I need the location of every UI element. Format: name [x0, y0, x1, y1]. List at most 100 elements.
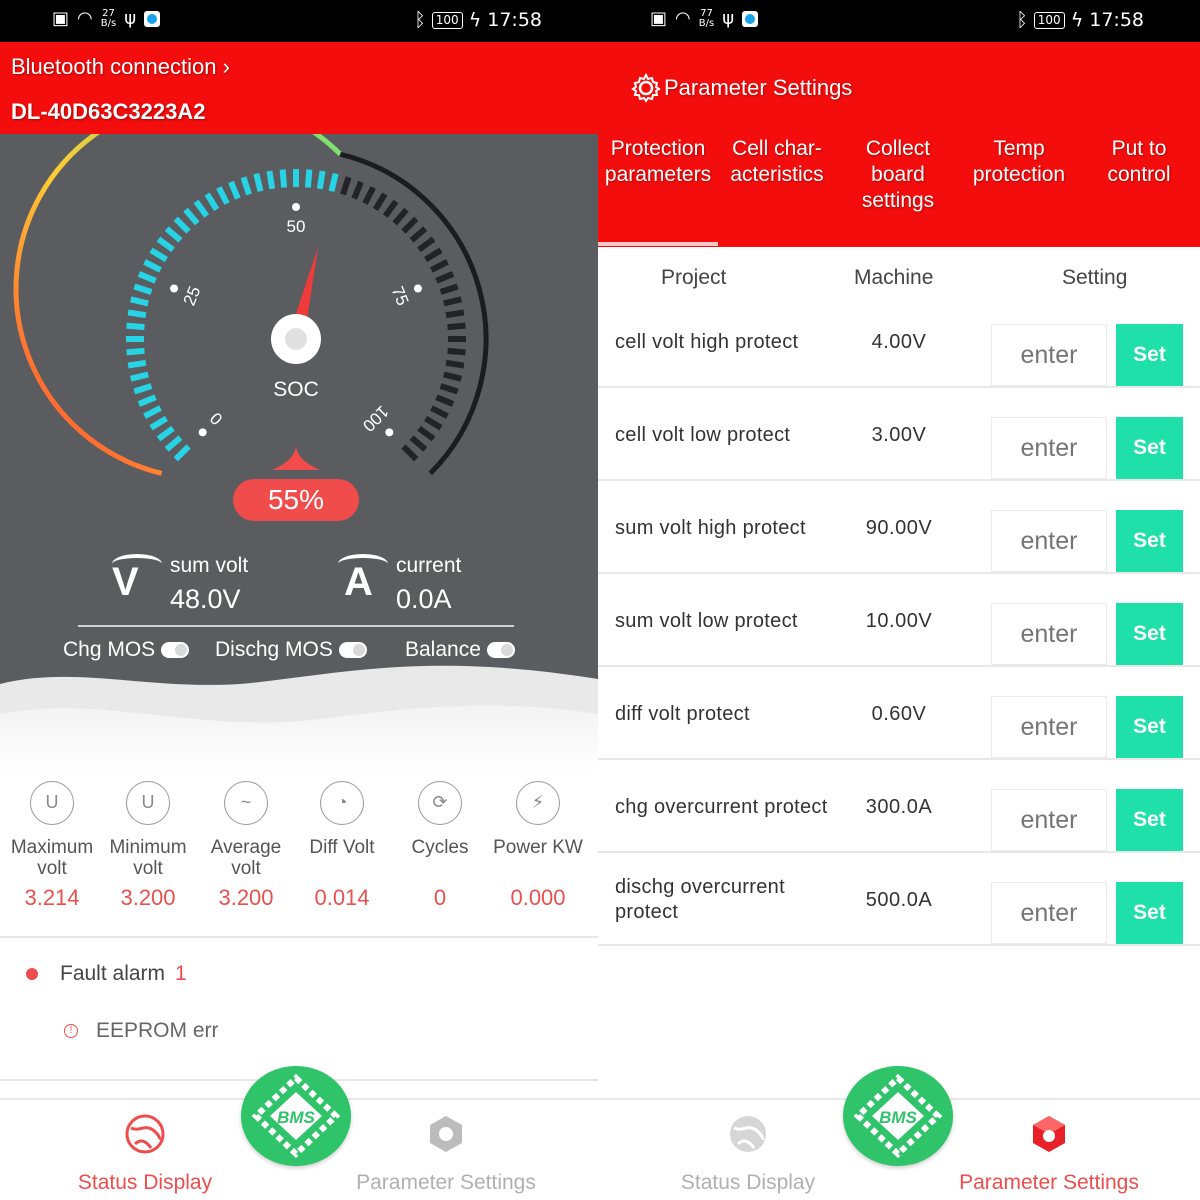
setting-input[interactable]: [991, 882, 1107, 944]
gauge-tick: [417, 236, 436, 253]
app-screenshot-pair: ▣ ◠ 27 B/s ψ ᛒ 100 ϟ 17:58 Bluetooth conn…: [0, 0, 1200, 1200]
fault-item: ! EEPROM err: [64, 1019, 219, 1043]
soc-arc-empty: [339, 151, 489, 476]
set-button[interactable]: Set: [1116, 882, 1183, 944]
stat-minimum-volt: U Minimum volt 3.200: [99, 775, 197, 911]
set-button[interactable]: Set: [1116, 603, 1183, 665]
balance-switch[interactable]: [486, 642, 515, 658]
gauge-label: SOC: [273, 378, 319, 401]
waveform-icon: ~: [224, 781, 268, 825]
table-row: cell volt high protect 4.00V Set: [598, 296, 1200, 388]
balance-toggle[interactable]: Balance: [405, 638, 515, 662]
tab-put-to-control[interactable]: Put to control: [1080, 136, 1198, 188]
charging-icon: ϟ: [1070, 9, 1084, 31]
bms-center-button[interactable]: BMS: [241, 1066, 351, 1166]
chg-mos-toggle[interactable]: Chg MOS: [63, 638, 190, 662]
tab-temp-protection[interactable]: Temp protection: [960, 136, 1078, 188]
svg-text:BMS: BMS: [277, 1108, 315, 1127]
usb-icon: ψ: [722, 8, 735, 29]
nav-parameter-settings[interactable]: Parameter Settings: [939, 1112, 1159, 1195]
set-button[interactable]: Set: [1116, 696, 1183, 758]
bms-center-button[interactable]: BMS: [843, 1066, 953, 1166]
tab-cell-characteristics[interactable]: Cell char- acteristics: [718, 136, 836, 188]
voltage-arc-icon: [112, 554, 162, 574]
gauge-tick: [133, 383, 153, 395]
gauge-tick: [143, 405, 162, 419]
soc-percent-badge: 55%: [233, 479, 359, 521]
gauge-area: 0 25 50 75 100 SOC 55% V sum volt 48.0V A cur…: [0, 134, 598, 774]
app-notification-icon: [144, 10, 161, 27]
fault-alarm-header: Fault alarm 1: [26, 962, 187, 986]
nav-parameter-settings[interactable]: Parameter Settings: [336, 1112, 556, 1195]
gauge-tick: [127, 359, 147, 369]
setting-input[interactable]: [991, 603, 1107, 665]
tab-collect-board-settings[interactable]: Collect board settings: [839, 136, 957, 214]
set-button[interactable]: Set: [1116, 789, 1183, 851]
stats-row: U Maximum volt 3.214 U Minimum volt 3.20…: [0, 775, 598, 935]
gauge-tick: [149, 247, 168, 263]
set-button[interactable]: Set: [1116, 324, 1183, 386]
gauge-tick-label: 75: [388, 284, 413, 309]
wifi-icon: ◠: [77, 8, 93, 29]
bluetooth-icon: ᛒ: [414, 9, 426, 31]
table-row: diff volt protect 0.60V Set: [598, 668, 1200, 760]
tab-protection-parameters[interactable]: Protection parameters: [599, 136, 717, 188]
gauge-tick: [126, 322, 145, 331]
stat-maximum-volt: U Maximum volt 3.214: [3, 775, 101, 911]
clock: 17:58: [487, 9, 542, 31]
gauge-tick: [137, 394, 157, 407]
usb-icon: ψ: [124, 8, 137, 29]
set-button[interactable]: Set: [1116, 510, 1183, 572]
warning-icon: !: [64, 1024, 78, 1038]
network-speed: 27 B/s: [100, 7, 117, 29]
chg-mos-switch[interactable]: [161, 642, 190, 658]
gauge-tick: [304, 169, 313, 188]
gauge-label-dot: [385, 428, 394, 437]
battery-icon: 100: [431, 11, 463, 29]
settings-cube-icon: [1033, 1116, 1065, 1152]
gauge-tick: [439, 383, 459, 395]
setting-input[interactable]: [991, 696, 1107, 758]
gear-icon: [631, 72, 661, 103]
current-arc-icon: [338, 554, 388, 574]
gauge-tick: [149, 415, 168, 431]
globe-icon: [125, 1114, 165, 1154]
gauge-tick: [164, 435, 183, 452]
gauge-tick: [447, 347, 466, 356]
nav-status-display[interactable]: Status Display: [638, 1112, 858, 1195]
setting-input[interactable]: [991, 417, 1107, 479]
gauge-tick: [443, 371, 463, 382]
setting-input[interactable]: [991, 324, 1107, 386]
gauge-tick: [156, 425, 175, 442]
current-label: current: [396, 554, 462, 577]
stat-cycles: ⟳ Cycles 0: [391, 775, 489, 911]
dischg-mos-toggle[interactable]: Dischg MOS: [215, 638, 367, 662]
connection-header: Bluetooth connection › DL-40D63C3223A2: [0, 42, 598, 134]
setting-input[interactable]: [991, 789, 1107, 851]
setting-input[interactable]: [991, 510, 1107, 572]
gauge-tick: [143, 259, 162, 273]
gauge-tick: [409, 435, 428, 452]
bluetooth-connection-link[interactable]: Bluetooth connection ›: [11, 54, 230, 80]
active-tab-indicator: [598, 242, 718, 246]
table-row: cell volt low protect 3.00V Set: [598, 389, 1200, 481]
gauge-tick: [401, 216, 419, 234]
gauge-tick: [401, 444, 419, 462]
gauge-tick: [156, 236, 175, 253]
app-notification-icon: [742, 10, 759, 27]
dischg-mos-switch[interactable]: [338, 642, 367, 658]
current-value: 0.0A: [396, 584, 452, 614]
status-display-screen: ▣ ◠ 27 B/s ψ ᛒ 100 ϟ 17:58 Bluetooth conn…: [0, 0, 598, 1200]
table-row: dischg overcurrent protect 500.0A Set: [598, 854, 1200, 946]
set-button[interactable]: Set: [1116, 417, 1183, 479]
sim-icon: ▣: [650, 8, 668, 29]
gauge-tick: [382, 199, 399, 218]
sum-volt-label: sum volt: [170, 554, 249, 577]
gauge-tick: [183, 207, 200, 226]
u-meter-icon: U: [126, 781, 170, 825]
nav-status-display[interactable]: Status Display: [35, 1112, 255, 1195]
gauge-tick: [430, 405, 449, 419]
gauge-tick: [193, 199, 210, 218]
gauge-tick: [392, 207, 409, 226]
status-bar: ▣ ◠ 77 B/s ψ ᛒ 100 ϟ 17:58: [598, 0, 1200, 42]
